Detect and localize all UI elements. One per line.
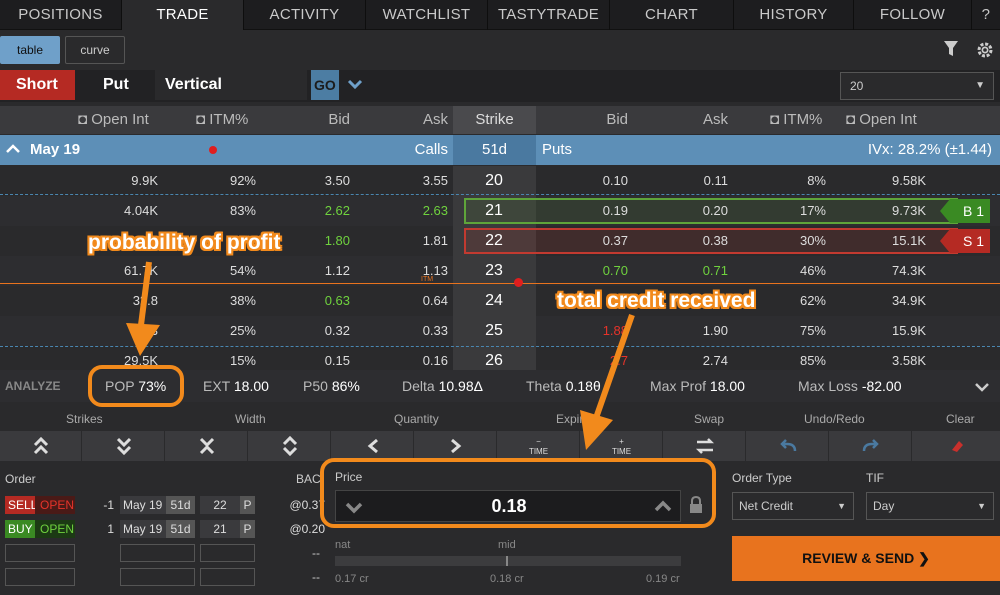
pop-arrow-head bbox=[126, 323, 160, 356]
credit-arrow-line bbox=[593, 314, 635, 419]
credit-arrow-head bbox=[580, 410, 613, 450]
pop-arrow-line bbox=[138, 261, 152, 326]
annotation-arrows bbox=[126, 261, 635, 450]
